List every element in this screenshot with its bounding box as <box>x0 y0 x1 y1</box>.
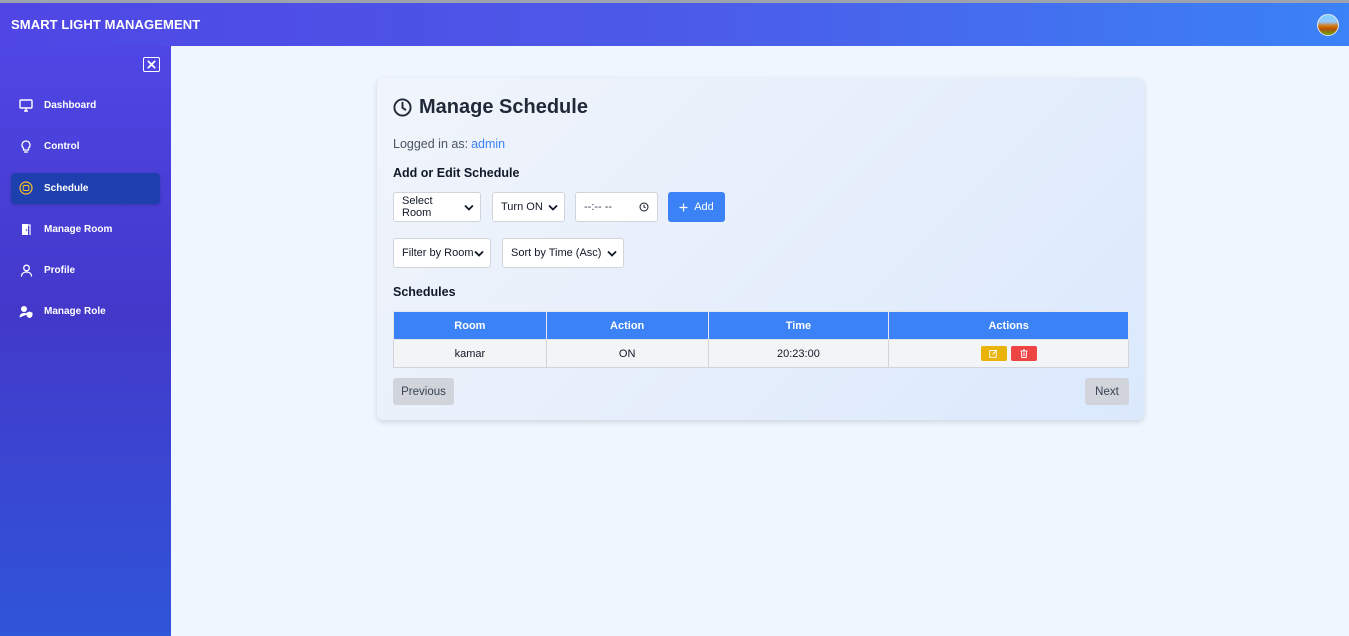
logged-in-label: Logged in as: <box>393 137 469 151</box>
user-shield-icon <box>19 305 33 319</box>
table-header-row: Room Action Time Actions <box>393 311 1129 340</box>
sidebar-item-label: Dashboard <box>44 100 97 111</box>
column-header-room: Room <box>393 311 547 340</box>
sidebar-nav: Dashboard Control Schedule Manage Room P… <box>11 90 160 338</box>
sidebar-item-label: Manage Room <box>44 223 113 235</box>
chevron-down-icon <box>464 204 474 211</box>
column-header-actions: Actions <box>888 311 1129 340</box>
edit-button[interactable] <box>980 346 1007 361</box>
time-input[interactable]: --:-- -- <box>575 192 658 222</box>
calendar-circle-icon <box>19 181 33 195</box>
user-avatar[interactable] <box>1317 13 1339 36</box>
trash-icon <box>1020 349 1028 358</box>
sidebar: Dashboard Control Schedule Manage Room P… <box>0 46 171 636</box>
schedules-table: Room Action Time Actions kamar ON 20:23:… <box>393 311 1129 368</box>
sort-select[interactable]: Sort by Time (Asc) <box>502 238 624 268</box>
cell-time: 20:23:00 <box>707 339 890 368</box>
column-header-time: Time <box>707 311 890 340</box>
column-header-action: Action <box>545 311 709 340</box>
plus-icon <box>679 203 688 211</box>
room-select[interactable]: Select Room <box>393 192 481 222</box>
add-button[interactable]: Add <box>668 192 725 222</box>
delete-button[interactable] <box>1010 346 1037 361</box>
action-select-value: Turn ON <box>501 201 543 213</box>
close-icon <box>147 60 156 69</box>
user-icon <box>19 264 33 278</box>
table-row: kamar ON 20:23:00 <box>393 339 1129 368</box>
filter-select-value: Filter by Room <box>402 247 474 259</box>
filter-room-select[interactable]: Filter by Room <box>393 238 491 268</box>
logged-in-user: admin <box>471 137 506 151</box>
sort-select-value: Sort by Time (Asc) <box>511 247 602 259</box>
cell-action: ON <box>545 339 709 368</box>
chevron-down-icon <box>548 204 558 211</box>
sidebar-item-label: Schedule <box>44 182 89 194</box>
sidebar-item-label: Manage Role <box>44 306 106 318</box>
top-bar: SMART LIGHT MANAGEMENT <box>0 0 1349 46</box>
chevron-down-icon <box>474 250 484 257</box>
sidebar-item-control[interactable]: Control <box>11 131 160 162</box>
edit-icon <box>989 349 998 358</box>
door-icon <box>19 222 33 236</box>
sidebar-item-schedule[interactable]: Schedule <box>11 172 160 204</box>
form-title: Add or Edit Schedule <box>393 166 520 180</box>
sidebar-item-manage-room[interactable]: Manage Room <box>11 214 160 245</box>
monitor-icon <box>19 99 33 113</box>
sidebar-item-dashboard[interactable]: Dashboard <box>11 90 160 121</box>
lightbulb-icon <box>19 140 33 154</box>
clock-icon <box>639 202 649 212</box>
app-title: SMART LIGHT MANAGEMENT <box>11 17 201 32</box>
action-select[interactable]: Turn ON <box>492 192 565 222</box>
page-title-text: Manage Schedule <box>419 96 588 118</box>
logged-in-info: Logged in as: admin <box>393 137 505 151</box>
sidebar-item-manage-role[interactable]: Manage Role <box>11 296 160 327</box>
cell-room: kamar <box>393 339 547 368</box>
add-button-label: Add <box>694 201 714 213</box>
room-select-value: Select Room <box>402 195 433 219</box>
clock-icon <box>393 98 412 117</box>
sidebar-item-label: Control <box>44 141 80 153</box>
previous-button[interactable]: Previous <box>393 378 454 405</box>
next-button[interactable]: Next <box>1085 378 1129 405</box>
time-input-placeholder: --:-- -- <box>584 201 613 213</box>
page-title: Manage Schedule <box>393 96 588 119</box>
cell-actions <box>888 339 1129 368</box>
schedule-card: Manage Schedule Logged in as: admin Add o… <box>377 78 1144 420</box>
sidebar-item-profile[interactable]: Profile <box>11 255 160 286</box>
close-sidebar-button[interactable] <box>143 57 160 72</box>
chevron-down-icon <box>607 250 617 257</box>
schedules-title: Schedules <box>393 285 456 299</box>
sidebar-item-label: Profile <box>44 265 76 277</box>
